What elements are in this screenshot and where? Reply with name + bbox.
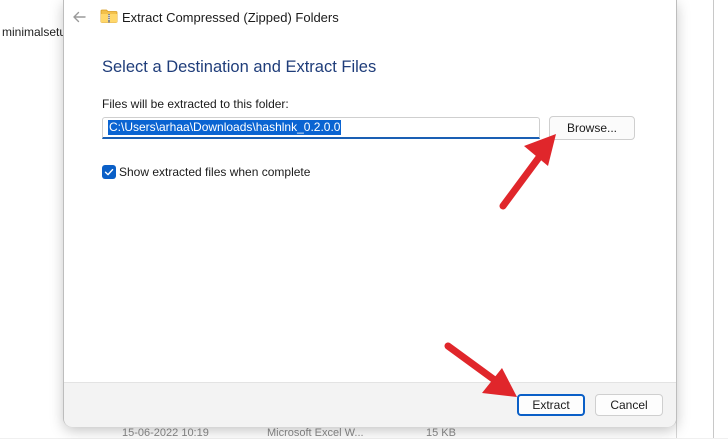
file-size: 15 KB: [426, 427, 456, 439]
details-pane-edge: [676, 0, 728, 438]
dialog-titlebar: Extract Compressed (Zipped) Folders: [64, 0, 676, 34]
destination-label: Files will be extracted to this folder:: [102, 97, 289, 111]
file-list-pane: minimalsetu: [0, 0, 64, 438]
extract-button[interactable]: Extract: [517, 394, 585, 416]
file-row[interactable]: 15-06-2022 10:19 Microsoft Excel W... 15…: [64, 426, 676, 439]
checkmark-icon: [104, 168, 114, 176]
destination-path-input[interactable]: C:\Users\arhaa\Downloads\hashlnk_0.2.0.0: [102, 117, 540, 139]
cancel-button[interactable]: Cancel: [595, 394, 663, 416]
file-type: Microsoft Excel W...: [267, 427, 364, 439]
file-date: 15-06-2022 10:19: [122, 427, 209, 439]
divider: [713, 0, 714, 438]
extract-dialog: Extract Compressed (Zipped) Folders Sele…: [64, 0, 676, 427]
dialog-heading: Select a Destination and Extract Files: [102, 58, 377, 76]
show-extracted-files-checkbox[interactable]: [102, 165, 116, 179]
destination-path-value[interactable]: C:\Users\arhaa\Downloads\hashlnk_0.2.0.0: [108, 120, 342, 135]
show-extracted-files-label[interactable]: Show extracted files when complete: [119, 165, 310, 179]
zip-folder-icon: [100, 9, 118, 23]
file-name[interactable]: minimalsetu: [2, 25, 64, 39]
browse-button[interactable]: Browse...: [549, 116, 635, 140]
back-arrow-icon[interactable]: [70, 8, 88, 26]
dialog-title: Extract Compressed (Zipped) Folders: [122, 10, 339, 25]
